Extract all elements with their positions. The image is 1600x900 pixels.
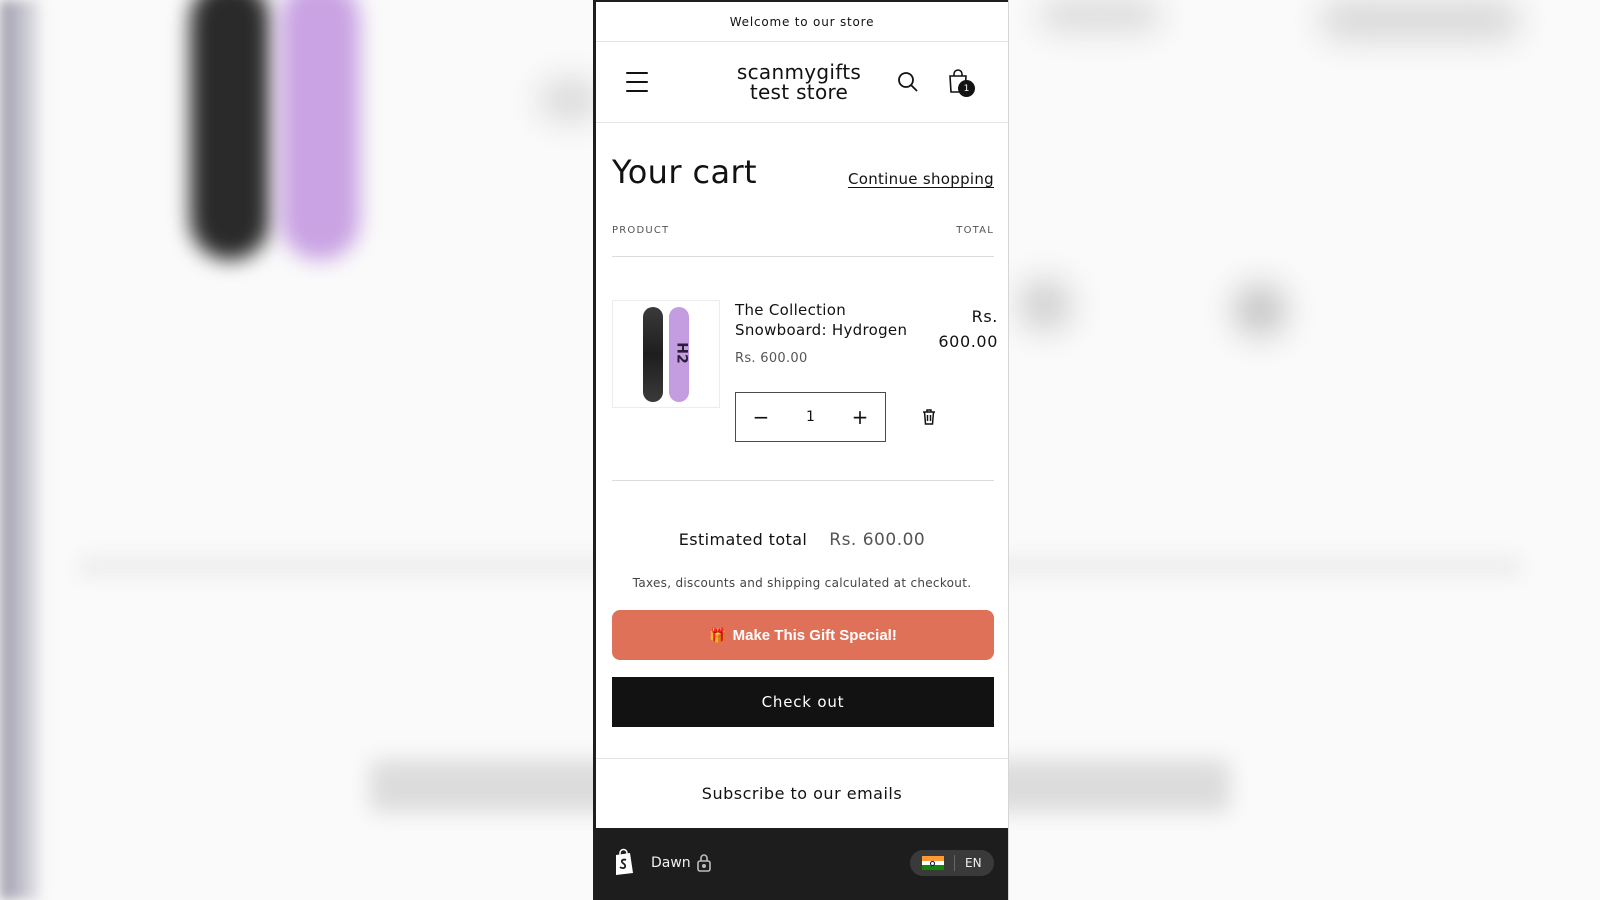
search-icon[interactable] [896, 70, 920, 94]
estimated-total-label: Estimated total [678, 530, 808, 549]
subscribe-heading: Subscribe to our emails [596, 758, 1008, 828]
cart-line-item: The Collection Snowboard: Hydrogen Rs. 6… [612, 300, 998, 480]
india-flag-icon [922, 856, 944, 871]
page-title: Your cart [612, 153, 757, 191]
snowboard-image-purple [669, 306, 689, 402]
background-board-purple [280, 0, 360, 260]
site-header: scanmygifts test store 1 [596, 42, 1008, 123]
background-block [1320, 0, 1520, 40]
column-header-product: PRODUCT [612, 225, 670, 236]
trash-icon[interactable] [921, 408, 937, 426]
item-divider [612, 480, 994, 481]
decrease-quantity-button[interactable]: − [736, 393, 786, 441]
background-block [540, 80, 600, 120]
gift-icon: 🎁 [709, 626, 727, 643]
header-divider [612, 256, 994, 257]
lock-icon [697, 854, 711, 872]
theme-name: Dawn [651, 855, 691, 871]
product-thumbnail[interactable] [612, 300, 720, 408]
continue-shopping-link[interactable]: Continue shopping [848, 170, 994, 188]
snowboard-image-dark [643, 306, 663, 402]
background-block [1020, 280, 1070, 330]
checkout-button[interactable]: Check out [612, 677, 994, 727]
pill-separator [954, 855, 955, 871]
product-unit-price: Rs. 600.00 [735, 351, 808, 366]
shopify-bag-icon [616, 848, 633, 875]
mobile-preview-frame: Welcome to our store scanmygifts test st… [593, 0, 1009, 900]
quantity-stepper: − + [735, 392, 886, 442]
gift-button-label: Make This Gift Special! [732, 626, 897, 644]
language-selector[interactable]: EN [910, 850, 994, 876]
quantity-input[interactable] [786, 393, 835, 441]
background-board-dark [190, 0, 270, 260]
tax-note: Taxes, discounts and shipping calculated… [632, 576, 972, 590]
language-code: EN [965, 856, 982, 870]
announcement-text: Welcome to our store [729, 14, 875, 29]
column-header-total: TOTAL [956, 225, 994, 236]
line-item-total: Rs. 600.00 [938, 307, 998, 351]
hamburger-menu-icon[interactable] [626, 72, 648, 92]
theme-preview-bar: Dawn EN [596, 828, 1008, 900]
background-block [1235, 285, 1285, 335]
cart-count-badge: 1 [958, 80, 975, 97]
estimated-total-row: Estimated total Rs. 600.00 [596, 530, 1008, 550]
background-block [1040, 0, 1160, 30]
estimated-total-value: Rs. 600.00 [829, 530, 926, 550]
cart-heading-section: Your cart Continue shopping PRODUCT TOTA… [596, 123, 1008, 253]
product-name-link[interactable]: The Collection Snowboard: Hydrogen [735, 300, 910, 340]
increase-quantity-button[interactable]: + [835, 393, 885, 441]
store-name-logo[interactable]: scanmygifts test store [716, 62, 882, 102]
announcement-bar: Welcome to our store [596, 0, 1008, 42]
make-gift-special-button[interactable]: 🎁 Make This Gift Special! [612, 610, 994, 660]
background-edge [0, 0, 40, 900]
